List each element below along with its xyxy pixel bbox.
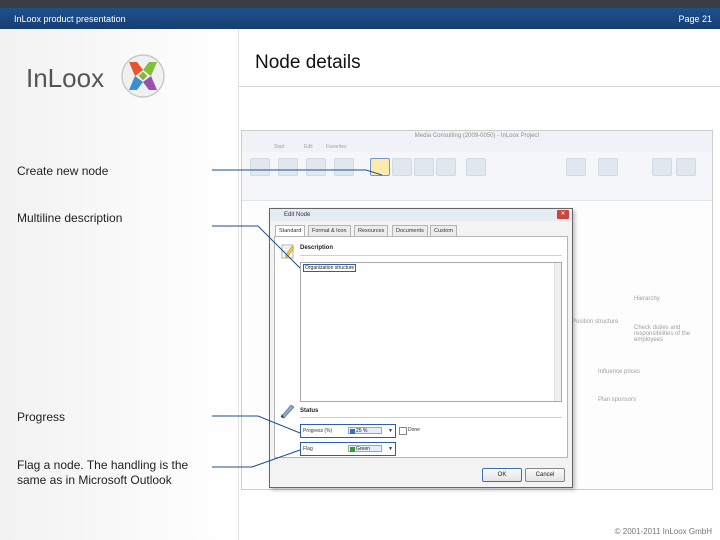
connector-progress [212,415,301,434]
connector-create-node [212,169,383,176]
callout-connectors [212,169,383,468]
copyright-footer: © 2001-2011 InLoox GmbH [614,527,712,536]
connector-flag [212,449,301,468]
connector-multiline-description [212,225,301,269]
